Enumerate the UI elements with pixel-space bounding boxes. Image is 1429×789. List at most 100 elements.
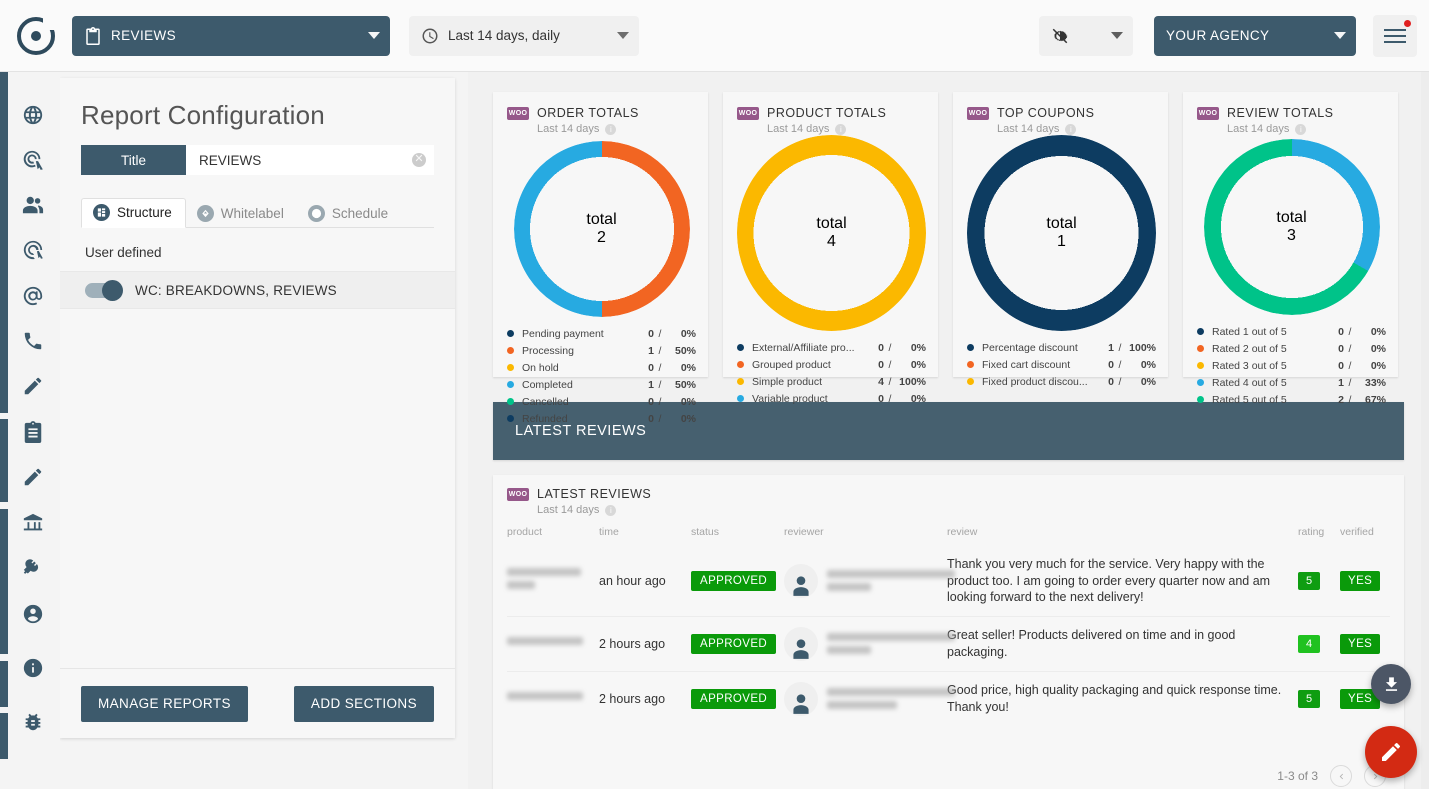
info-icon (23, 658, 43, 678)
main-menu-button[interactable] (1373, 14, 1417, 57)
sidebar-item-reports[interactable] (20, 419, 46, 445)
legend-percent: 0% (1370, 359, 1386, 372)
donut-center-label: total (586, 211, 617, 228)
sidebar-item-finance[interactable] (20, 510, 46, 536)
pagination-range: 1-3 of 3 (1277, 769, 1318, 783)
schedule-icon (307, 205, 325, 222)
download-button[interactable] (1371, 664, 1411, 704)
woo-icon: WOO (507, 106, 529, 120)
section-toggle-label: WC: BREAKDOWNS, REVIEWS (135, 282, 337, 298)
donut-center: total 1 (1046, 215, 1076, 251)
section-toggle-switch[interactable] (85, 279, 123, 301)
app-logo[interactable] (0, 16, 72, 55)
legend-percent: 0% (680, 361, 696, 374)
legend-color-swatch (967, 361, 974, 368)
card-subtitle: Last 14 days i (997, 123, 1156, 135)
legend-label: Rated 1 out of 5 (1212, 325, 1287, 338)
donut-center-value: 1 (1057, 233, 1066, 250)
legend-row: Rated 1 out of 5 0 / 0% (1197, 323, 1386, 340)
sidebar-item-email[interactable] (20, 283, 46, 309)
section-toggle-row[interactable]: WC: BREAKDOWNS, REVIEWS (60, 271, 455, 309)
legend-color-swatch (1197, 328, 1204, 335)
legend-label: Grouped product (752, 358, 831, 371)
legend-count: 1 (1108, 341, 1114, 354)
tab-schedule[interactable]: Schedule (297, 200, 401, 228)
info-icon[interactable]: i (1295, 123, 1307, 135)
reviews-table: product time status reviewer review rating ver… (507, 526, 1390, 726)
title-field-label: Title (81, 145, 186, 175)
sidebar-item-info[interactable] (20, 655, 46, 681)
legend-row: External/Affiliate pro... 0 / 0% (737, 339, 926, 356)
info-icon[interactable]: i (605, 123, 617, 135)
legend-percent: 0% (910, 392, 926, 405)
edit-button[interactable] (1365, 726, 1417, 778)
theme-select[interactable] (1039, 15, 1133, 56)
summary-card: WOO TOP COUPONS Last 14 days i total 1 P… (953, 92, 1168, 388)
legend-row: Completed 1 / 50% (507, 376, 696, 393)
legend-color-swatch (1197, 396, 1204, 403)
sidebar-item-seo[interactable] (20, 147, 46, 173)
info-icon[interactable]: i (605, 504, 617, 516)
rail-accent-bar-1 (0, 72, 8, 413)
tab-whitelabel[interactable]: Whitelabel (186, 200, 297, 228)
vertical-scrollbar[interactable] (1421, 72, 1429, 789)
phone-icon (24, 332, 42, 350)
date-range-select[interactable]: Last 14 days, daily (409, 15, 639, 56)
sidebar-item-social[interactable] (20, 192, 46, 218)
legend-label: Variable product (752, 392, 828, 405)
review-text: Great seller! Products delivered on time… (947, 628, 1236, 659)
agency-select[interactable]: YOUR AGENCY (1154, 15, 1356, 56)
manage-reports-button[interactable]: MANAGE REPORTS (81, 685, 248, 722)
legend-separator: / (1348, 325, 1352, 338)
table-row[interactable]: an hour ago APPROVED Thank you very much… (507, 546, 1390, 616)
summary-card: WOO PRODUCT TOTALS Last 14 days i total … (723, 92, 938, 405)
legend-color-swatch (737, 378, 744, 385)
sidebar-item-calls[interactable] (20, 328, 46, 354)
legend-row: Simple product 4 / 100% (737, 373, 926, 390)
click-target-icon (23, 240, 43, 260)
date-range-label: Last 14 days, daily (448, 28, 560, 43)
legend-label: On hold (522, 361, 559, 374)
sidebar-item-account[interactable] (20, 601, 46, 627)
sidebar-item-debug[interactable] (20, 709, 46, 735)
donut-center-value: 4 (827, 233, 836, 250)
reviewer-name-redacted (827, 633, 955, 654)
sidebar-item-content[interactable] (20, 373, 46, 399)
legend-separator: / (1348, 342, 1352, 355)
tab-structure[interactable]: Structure (81, 198, 186, 228)
legend-percent: 0% (1370, 325, 1386, 338)
info-icon[interactable]: i (1065, 123, 1077, 135)
latest-reviews-card: WOO LATEST REVIEWS Last 14 days i produc… (493, 475, 1404, 789)
add-sections-button[interactable]: ADD SECTIONS (293, 685, 434, 722)
donut-chart-wrap: total 2 (507, 141, 696, 317)
rail-accent-bar-4 (0, 661, 8, 707)
rating-badge: 5 (1298, 689, 1320, 708)
title-input[interactable] (199, 152, 412, 168)
cell-verified: YES (1340, 546, 1390, 616)
latest-reviews-subtitle: Last 14 days i (537, 504, 1390, 516)
column-header: time (599, 526, 619, 538)
legend-percent: 33% (1364, 376, 1386, 389)
table-row[interactable]: 2 hours ago APPROVED Great seller! Produ… (507, 615, 1390, 671)
sidebar-item-integrations[interactable] (20, 555, 46, 581)
table-row[interactable]: 2 hours ago APPROVED Good price, high qu… (507, 670, 1390, 726)
pagination-prev-button[interactable] (1330, 765, 1352, 787)
card-header: WOO PRODUCT TOTALS (737, 106, 926, 120)
sidebar-item-editor[interactable] (20, 464, 46, 490)
legend-row: Fixed product discou... 0 / 0% (967, 373, 1156, 390)
report-select[interactable]: REVIEWS (72, 15, 390, 56)
legend-row: Rated 4 out of 5 1 / 33% (1197, 374, 1386, 391)
legend-percent: 100% (899, 375, 926, 388)
sidebar-item-ads[interactable] (20, 237, 46, 263)
sidebar-item-globe[interactable] (20, 102, 46, 128)
legend-row: Pending payment 0 / 0% (507, 325, 696, 342)
legend-color-swatch (507, 381, 514, 388)
clear-icon[interactable]: ✕ (412, 153, 426, 167)
info-icon[interactable]: i (835, 123, 847, 135)
legend-color-swatch (1197, 345, 1204, 352)
legend-separator: / (1348, 359, 1352, 372)
woo-icon: WOO (507, 487, 529, 501)
legend-row: Fixed cart discount 0 / 0% (967, 356, 1156, 373)
legend-separator: / (1118, 375, 1122, 388)
legend-color-swatch (507, 330, 514, 337)
